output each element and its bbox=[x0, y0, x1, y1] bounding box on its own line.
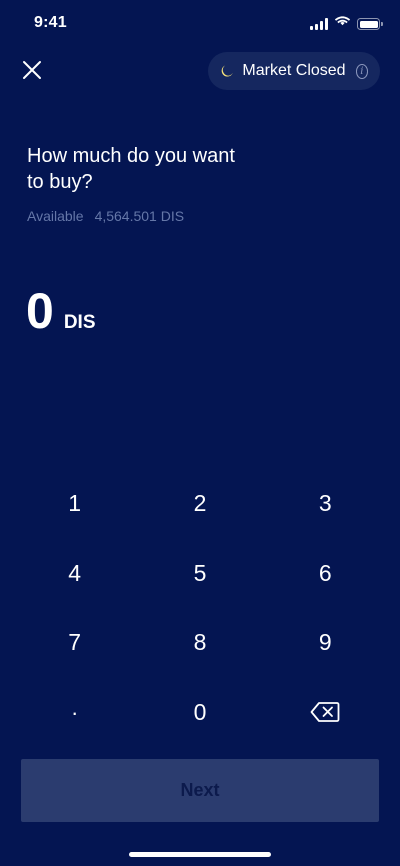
amount-unit: DIS bbox=[63, 312, 96, 333]
key-3[interactable]: 3 bbox=[263, 469, 388, 539]
market-status-pill[interactable]: Market Closed i bbox=[208, 52, 380, 90]
key-8[interactable]: 8 bbox=[137, 608, 262, 678]
key-2[interactable]: 2 bbox=[137, 469, 262, 539]
wifi-icon bbox=[334, 15, 351, 33]
available-label: Available bbox=[27, 208, 84, 224]
key-4[interactable]: 4 bbox=[12, 539, 137, 609]
key-0[interactable]: 0 bbox=[137, 678, 262, 748]
available-value: 4,564.501 DIS bbox=[94, 208, 185, 224]
key-7[interactable]: 7 bbox=[12, 608, 137, 678]
backspace-icon bbox=[310, 702, 340, 723]
close-button[interactable] bbox=[18, 56, 46, 84]
key-1[interactable]: 1 bbox=[12, 469, 137, 539]
next-button[interactable]: Next bbox=[21, 759, 379, 822]
amount-display: 0 DIS bbox=[26, 284, 96, 338]
key-9[interactable]: 9 bbox=[263, 608, 388, 678]
numeric-keypad: 1 2 3 4 5 6 7 8 9 . 0 bbox=[0, 469, 400, 747]
status-icons bbox=[310, 15, 383, 33]
amount-value: 0 bbox=[26, 283, 54, 339]
signal-icon bbox=[310, 18, 328, 30]
status-bar: 9:41 bbox=[0, 0, 400, 46]
key-6[interactable]: 6 bbox=[263, 539, 388, 609]
close-icon bbox=[23, 61, 41, 79]
home-indicator bbox=[129, 852, 271, 857]
available-balance: Available 4,564.501 DIS bbox=[27, 208, 184, 224]
page-title: How much do you want to buy? bbox=[27, 145, 235, 193]
market-status-label: Market Closed bbox=[242, 62, 346, 79]
moon-icon bbox=[221, 65, 233, 77]
info-icon[interactable]: i bbox=[355, 63, 368, 79]
key-backspace[interactable] bbox=[263, 678, 388, 748]
key-5[interactable]: 5 bbox=[137, 539, 262, 609]
key-decimal[interactable]: . bbox=[12, 678, 137, 748]
status-time: 9:41 bbox=[34, 14, 67, 31]
battery-icon bbox=[357, 18, 383, 30]
